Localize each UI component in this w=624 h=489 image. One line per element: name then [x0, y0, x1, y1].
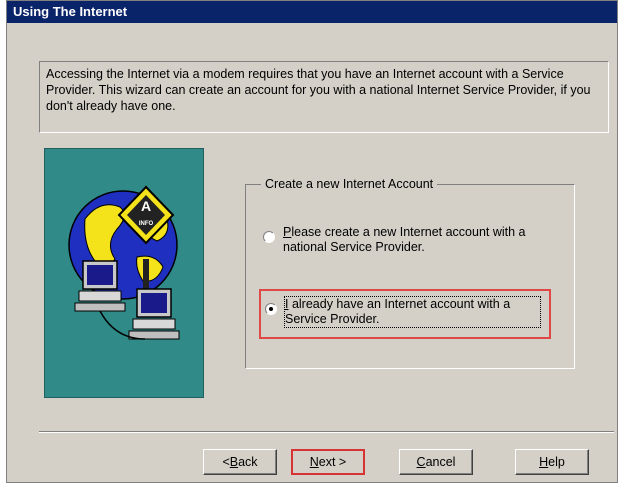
separator [39, 431, 614, 433]
radio-label: I already have an Internet account with … [284, 296, 541, 328]
next-button[interactable]: Next > [291, 449, 365, 475]
wizard-window: Using The Internet Accessing the Interne… [6, 0, 618, 483]
description-text: Accessing the Internet via a modem requi… [46, 67, 591, 113]
help-button[interactable]: Help [515, 449, 589, 475]
account-groupbox [245, 184, 575, 369]
radio-button-checked[interactable] [265, 303, 277, 315]
svg-text:A: A [141, 198, 151, 214]
back-button[interactable]: < Back [203, 449, 277, 475]
radio-label: Please create a new Internet account wit… [283, 225, 526, 254]
globe-computers-icon: A INFO [68, 185, 180, 340]
radio-button[interactable] [263, 231, 275, 243]
radio-option-existing-account[interactable]: I already have an Internet account with … [265, 296, 541, 328]
radio-option-create-account[interactable]: Please create a new Internet account wit… [263, 225, 538, 255]
groupbox-label: Create a new Internet Account [261, 177, 438, 191]
sign-text: INFO [139, 221, 154, 227]
window-title: Using The Internet [13, 4, 128, 19]
cancel-button[interactable]: Cancel [399, 449, 473, 475]
description-box: Accessing the Internet via a modem requi… [39, 61, 609, 133]
title-bar: Using The Internet [7, 1, 617, 23]
internet-illustration: A INFO [44, 148, 204, 398]
